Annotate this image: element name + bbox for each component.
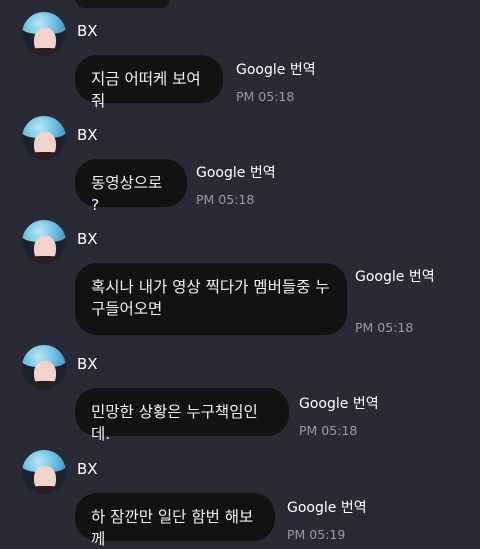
avatar[interactable] bbox=[22, 12, 66, 56]
sender-name: BX bbox=[77, 230, 98, 248]
google-translate-button[interactable]: Google 번역 bbox=[299, 393, 379, 413]
chat-view: BX 지금 어떠케 보여줘 Google 번역 PM 05:18 BX 동영상으… bbox=[0, 0, 480, 549]
message-timestamp: PM 05:18 bbox=[299, 423, 358, 438]
message-timestamp: PM 05:19 bbox=[287, 527, 346, 542]
avatar[interactable] bbox=[22, 450, 66, 494]
message-bubble[interactable]: 혹시나 내가 영상 찍다가 멤버들중 누구들어오면 bbox=[75, 263, 347, 335]
message-timestamp: PM 05:18 bbox=[355, 320, 414, 335]
google-translate-button[interactable]: Google 번역 bbox=[287, 497, 367, 517]
avatar[interactable] bbox=[22, 345, 66, 389]
message-bubble[interactable]: 하 잠깐만 일단 함번 해보께 bbox=[75, 493, 275, 548]
sender-name: BX bbox=[77, 22, 98, 40]
message-timestamp: PM 05:18 bbox=[236, 89, 295, 104]
sender-name: BX bbox=[77, 460, 98, 478]
message-timestamp: PM 05:18 bbox=[196, 192, 255, 207]
google-translate-button[interactable]: Google 번역 bbox=[236, 59, 316, 79]
sender-name: BX bbox=[77, 126, 98, 144]
previous-message-bubble bbox=[75, 0, 170, 8]
message-bubble[interactable]: 동영상으로 ? bbox=[75, 159, 187, 214]
message-bubble[interactable]: 민망한 상황은 누구책임인데. bbox=[75, 388, 289, 443]
avatar[interactable] bbox=[22, 220, 66, 264]
message-bubble[interactable]: 지금 어떠케 보여줘 bbox=[75, 55, 223, 110]
sender-name: BX bbox=[77, 355, 98, 373]
avatar[interactable] bbox=[22, 116, 66, 160]
google-translate-button[interactable]: Google 번역 bbox=[196, 162, 276, 182]
google-translate-button[interactable]: Google 번역 bbox=[355, 266, 435, 286]
